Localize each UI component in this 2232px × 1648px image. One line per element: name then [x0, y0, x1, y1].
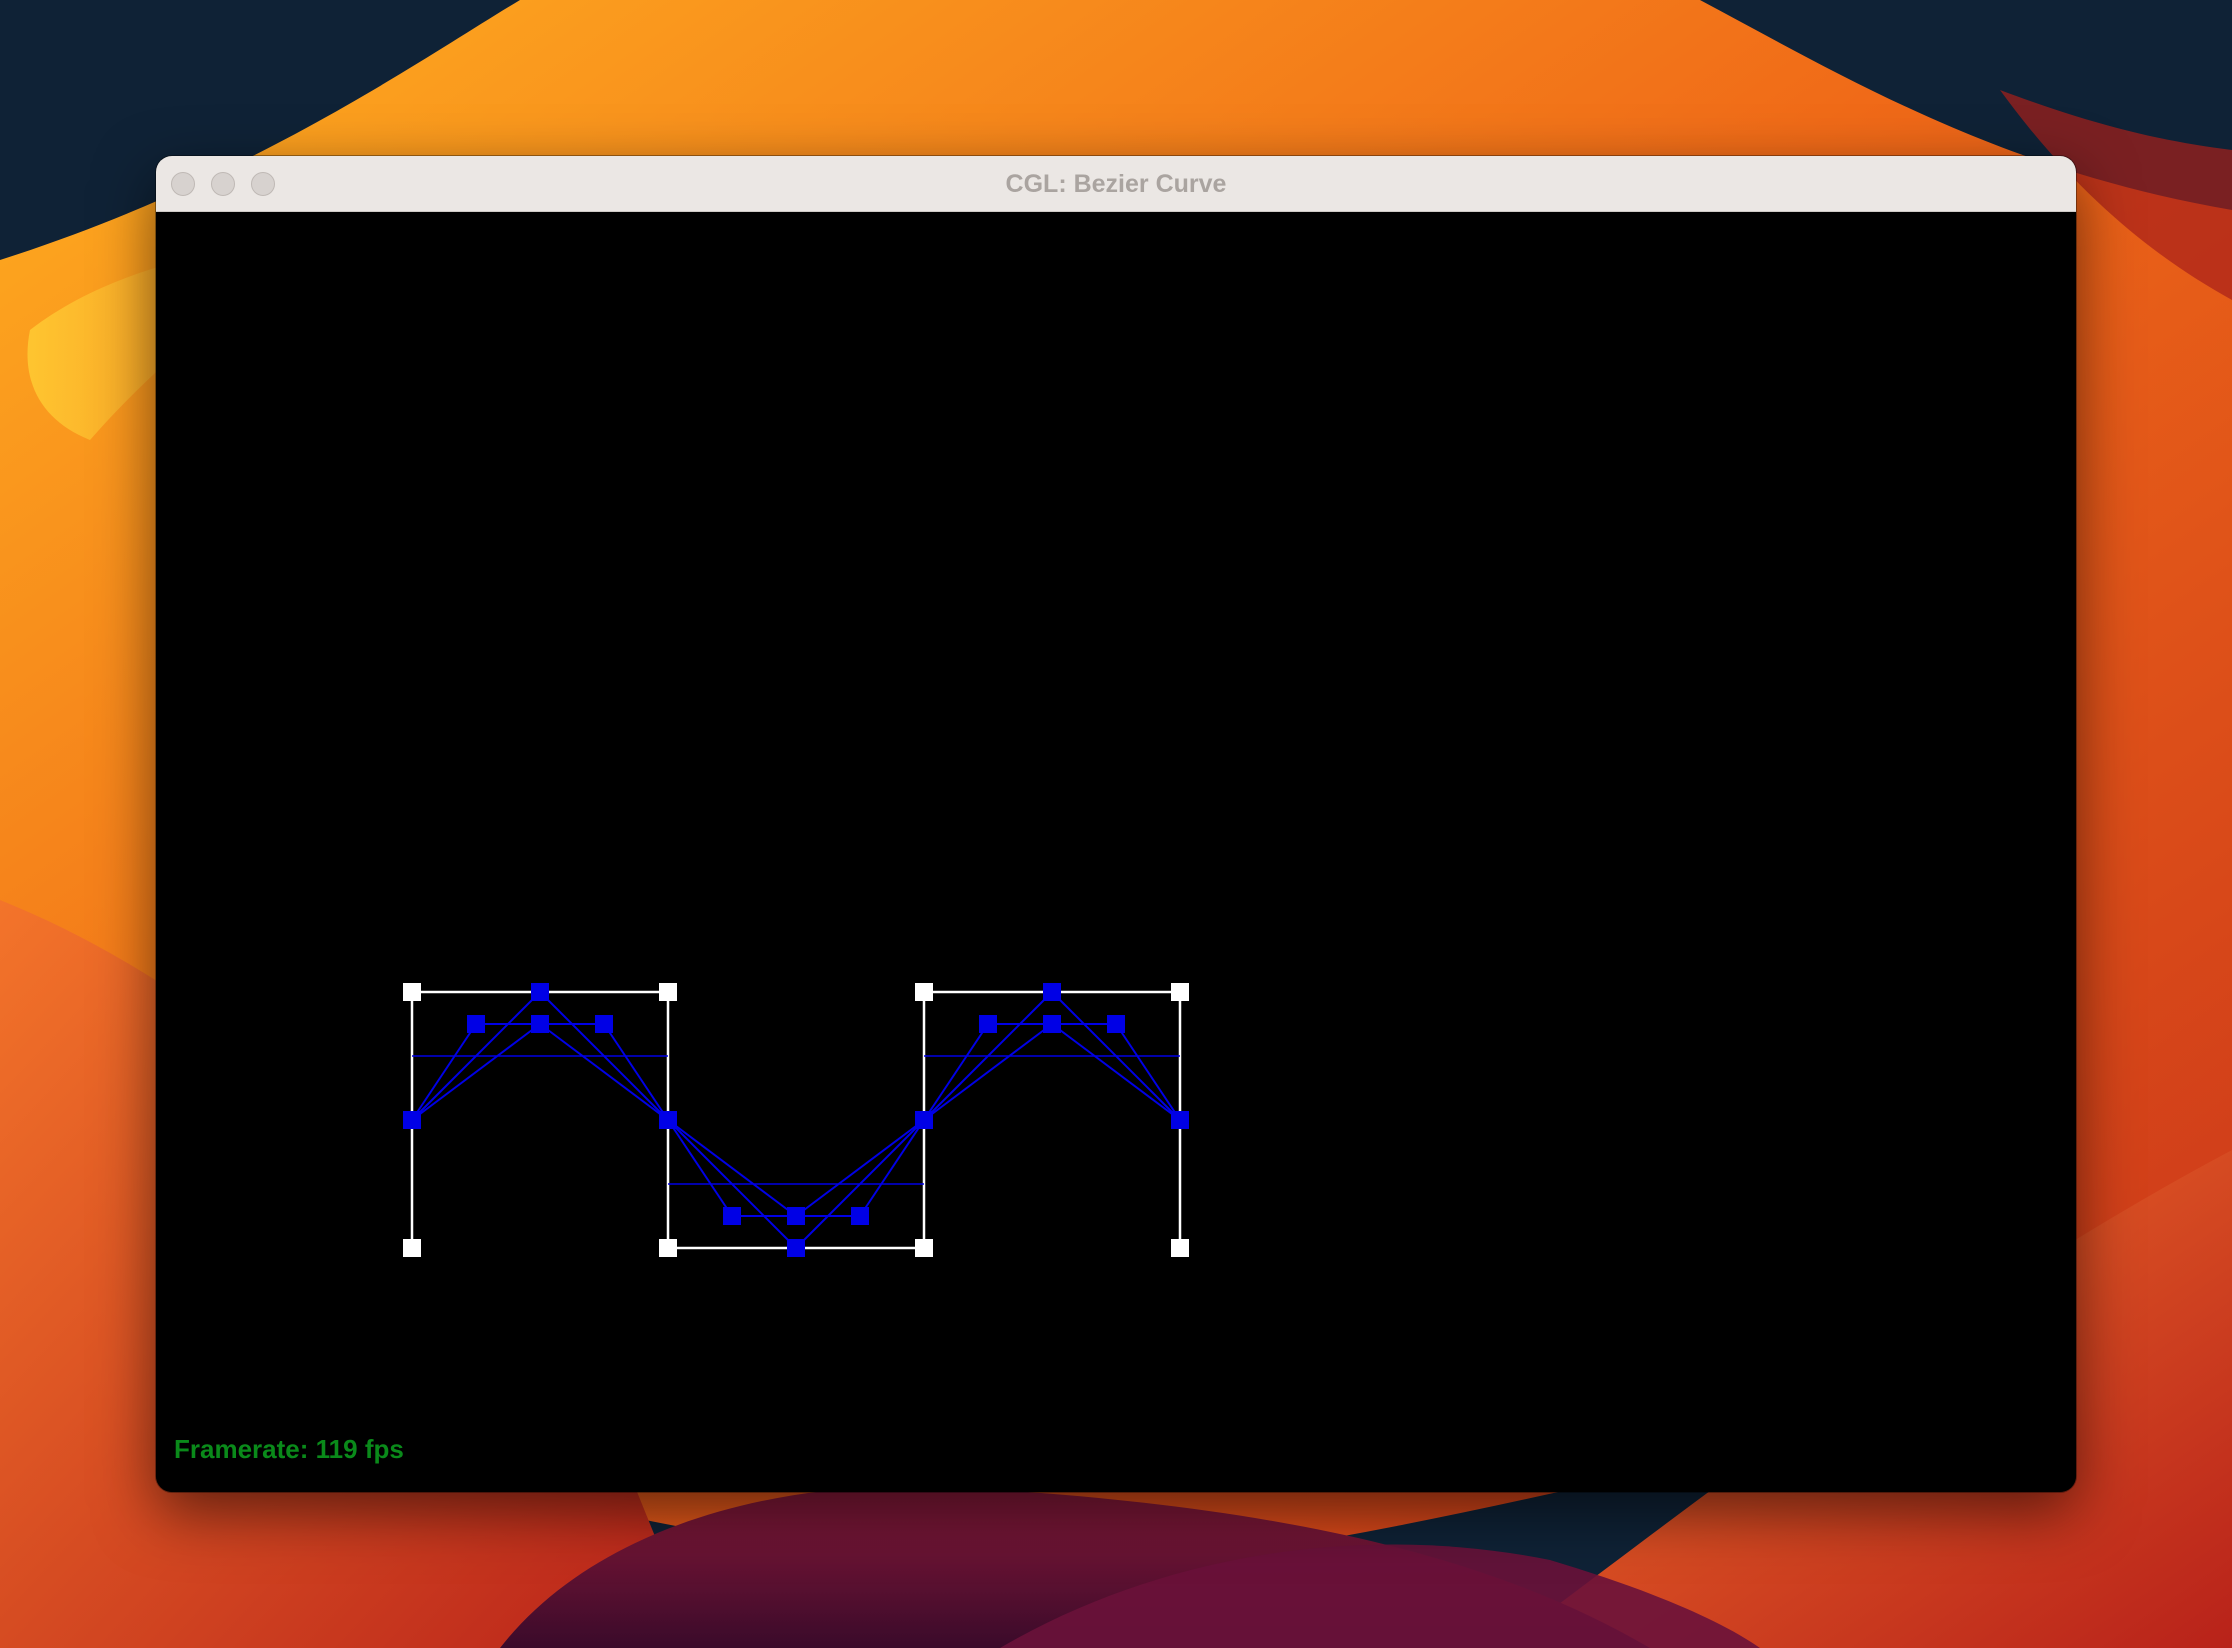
subdivision-point	[915, 1111, 933, 1129]
window-title: CGL: Bezier Curve	[1005, 170, 1227, 198]
subdivision-line	[1051, 1023, 1181, 1121]
subdivision-point	[1171, 1111, 1189, 1129]
control-point[interactable]	[403, 1239, 421, 1257]
subdivision-point	[595, 1015, 613, 1033]
subdivision-point	[723, 1207, 741, 1225]
subdivision-point	[1043, 1015, 1061, 1033]
subdivision-point	[1043, 983, 1061, 1001]
control-point[interactable]	[659, 983, 677, 1001]
framerate-readout: Framerate: 119 fps	[174, 1434, 404, 1465]
control-point[interactable]	[403, 983, 421, 1001]
subdivision-line	[795, 1119, 925, 1217]
desktop: CGL: Bezier Curve Framerate: 119 fps	[0, 0, 2232, 1648]
bezier-scene[interactable]	[156, 212, 2076, 1492]
framerate-label: Framerate:	[174, 1434, 309, 1464]
subdivision-point	[531, 1015, 549, 1033]
subdivision-line	[923, 1023, 989, 1121]
subdivision-point	[851, 1207, 869, 1225]
subdivision-line	[859, 1119, 925, 1217]
subdivision-point	[467, 1015, 485, 1033]
control-point[interactable]	[1171, 983, 1189, 1001]
subdivision-point	[531, 983, 549, 1001]
subdivision-line	[411, 1023, 477, 1121]
framerate-value: 119	[315, 1434, 358, 1464]
subdivision-line	[1115, 1023, 1181, 1121]
subdivision-point	[1107, 1015, 1125, 1033]
framerate-unit: fps	[364, 1434, 404, 1464]
title-bar[interactable]: CGL: Bezier Curve	[156, 156, 2076, 212]
control-point[interactable]	[915, 1239, 933, 1257]
subdivision-point	[403, 1111, 421, 1129]
subdivision-line	[667, 1119, 797, 1217]
subdivision-point	[659, 1111, 677, 1129]
control-point[interactable]	[1171, 1239, 1189, 1257]
render-viewport[interactable]: Framerate: 119 fps	[156, 212, 2076, 1492]
subdivision-line	[411, 1023, 541, 1121]
control-point[interactable]	[659, 1239, 677, 1257]
subdivision-line	[539, 1023, 669, 1121]
subdivision-point	[979, 1015, 997, 1033]
subdivision-line	[603, 1023, 669, 1121]
app-window: CGL: Bezier Curve Framerate: 119 fps	[156, 156, 2076, 1492]
subdivision-point	[787, 1239, 805, 1257]
subdivision-line	[667, 1119, 733, 1217]
control-point[interactable]	[915, 983, 933, 1001]
subdivision-line	[923, 1023, 1053, 1121]
subdivision-point	[787, 1207, 805, 1225]
